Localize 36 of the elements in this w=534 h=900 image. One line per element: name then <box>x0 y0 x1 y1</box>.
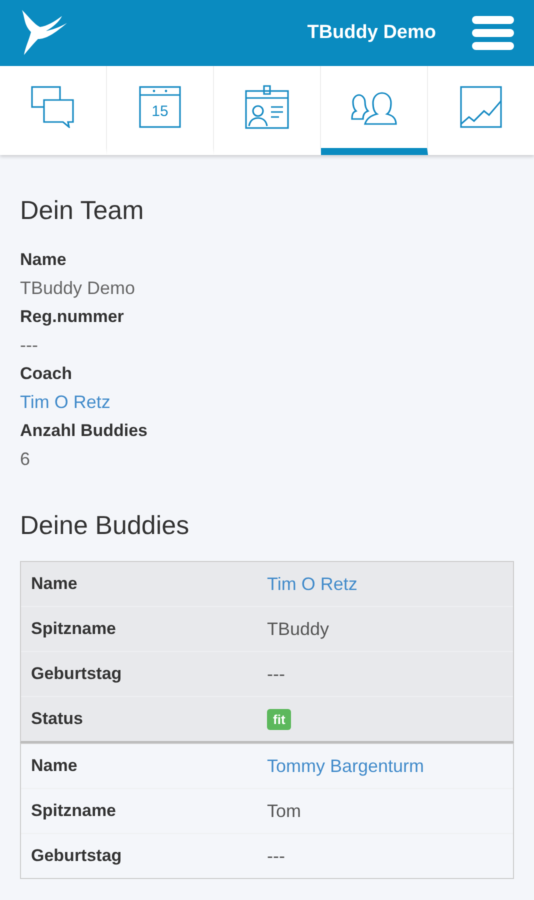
buddy-link[interactable]: Tommy Bargenturm <box>267 756 424 776</box>
nav-tab[interactable] <box>0 66 107 155</box>
header-title: TBuddy Demo <box>307 22 436 44</box>
row-label: Geburtstag <box>31 664 123 684</box>
field-label: Anzahl Buddies <box>20 420 149 442</box>
nav-tab[interactable] <box>428 66 534 155</box>
line-chart-icon <box>460 86 502 128</box>
chat-icon <box>31 86 75 128</box>
row-label: Spitzname <box>31 801 118 821</box>
coach-link[interactable]: Tim O Retz <box>20 388 110 417</box>
calendar-icon: 15 <box>139 86 181 128</box>
row-label: Name <box>31 574 78 594</box>
row-value: TBuddy <box>267 618 330 638</box>
section-heading: Deine Buddies <box>20 510 190 541</box>
team-icon <box>351 89 397 125</box>
row-value: --- <box>267 664 285 684</box>
nav-tab[interactable] <box>214 66 321 155</box>
field-value: --- <box>20 334 38 357</box>
section-heading: Dein Team <box>20 195 145 226</box>
buddy-link[interactable]: Tim O Retz <box>267 574 358 594</box>
row-label: Geburtstag <box>31 846 123 866</box>
row-value: Tom <box>267 800 302 820</box>
field-label: Reg.nummer <box>20 306 125 328</box>
field-label: Coach <box>20 363 73 385</box>
id-card-icon <box>245 85 289 129</box>
field-value: 6 <box>20 448 30 471</box>
row-label: Name <box>31 756 78 776</box>
status-badge: fit <box>267 708 292 730</box>
menu-button[interactable] <box>472 16 514 50</box>
row-label: Status <box>31 709 84 729</box>
nav-tab[interactable] <box>321 66 428 155</box>
field-value: TBuddy Demo <box>20 277 136 300</box>
row-value: --- <box>267 846 285 866</box>
row-label: Spitzname <box>31 619 118 639</box>
nav-tab[interactable]: 15 <box>107 66 214 155</box>
field-label: Name <box>20 249 68 271</box>
